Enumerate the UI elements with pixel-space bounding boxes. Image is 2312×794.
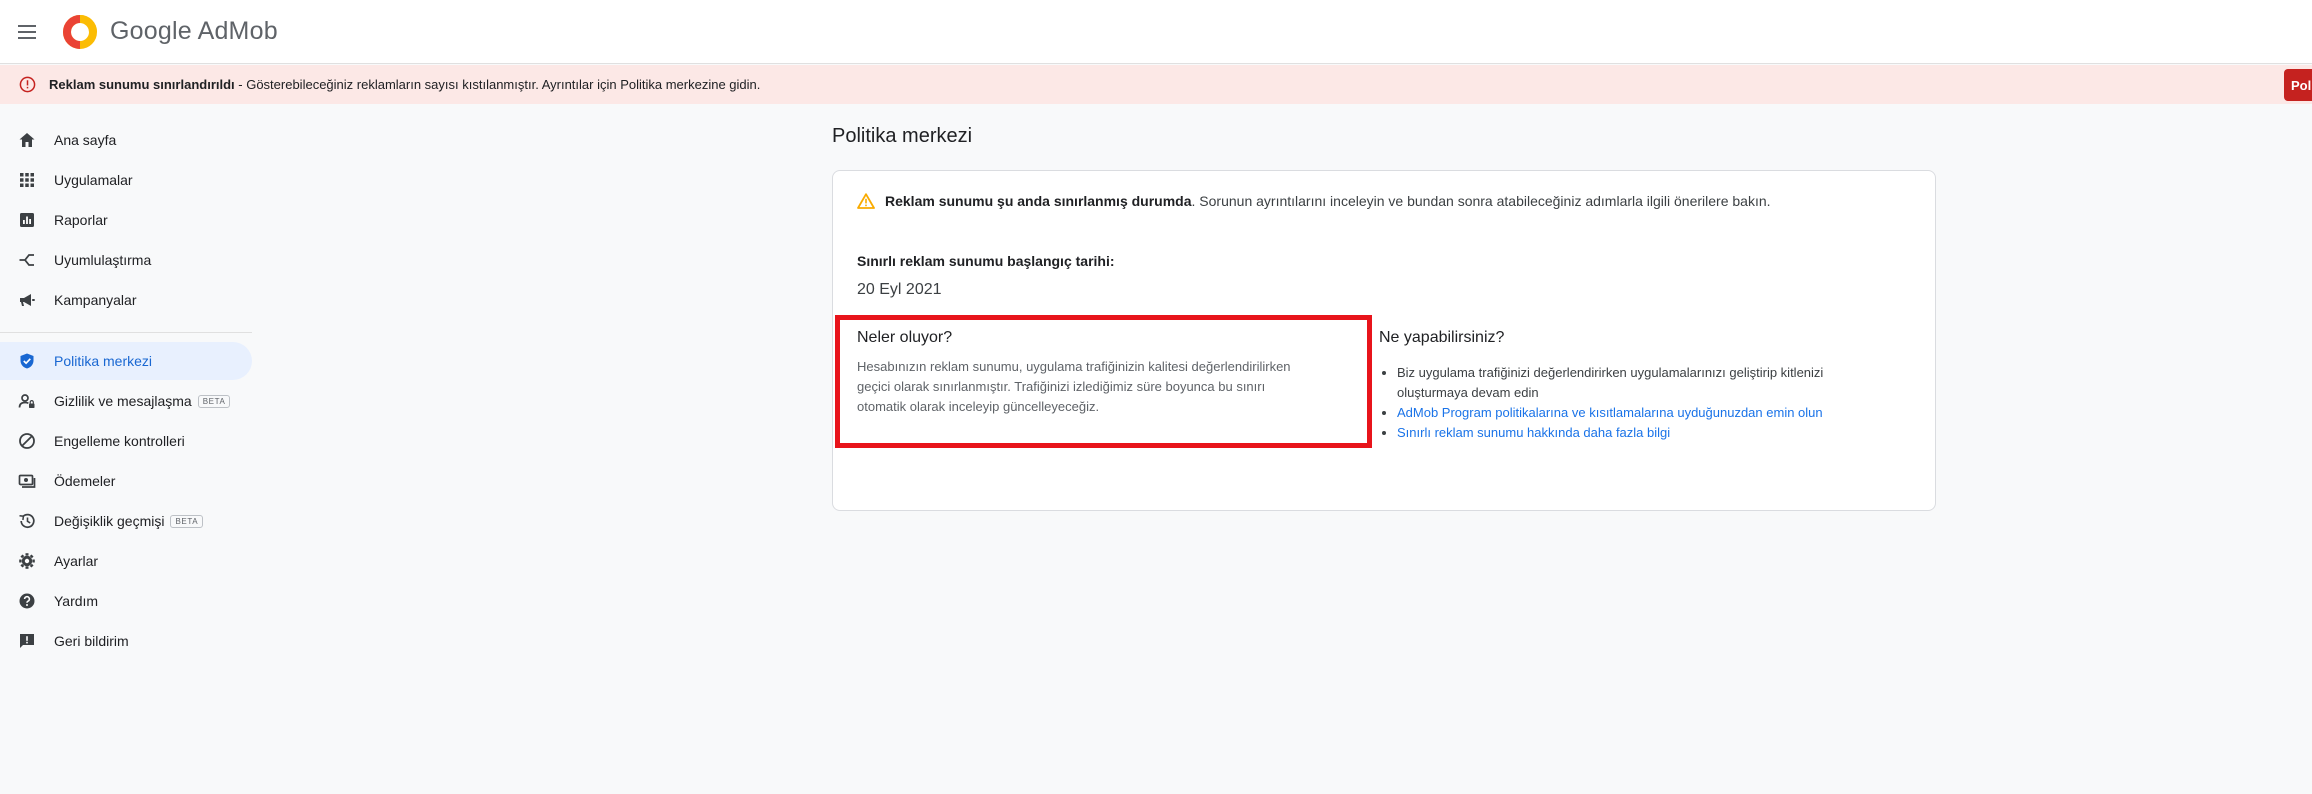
policy-compliance-link[interactable]: AdMob Program politikalarına ve kısıtlam…: [1397, 405, 1823, 420]
start-label-text: Sınırlı reklam sunumu başlangıç tarihi: [857, 253, 1110, 269]
what-you-can-do-title: Ne yapabilirsiniz?: [1379, 329, 1505, 346]
sidebar-item-label: Değişiklik geçmişi BETA: [54, 513, 204, 529]
top-app-bar: Google AdMob: [0, 0, 2312, 64]
sidebar-item-feedback[interactable]: Geri bildirim: [0, 622, 252, 660]
sidebar-item-change-history[interactable]: Değişiklik geçmişi BETA: [0, 502, 252, 540]
history-icon: [19, 513, 35, 529]
help-icon: [19, 593, 35, 609]
sidebar-divider: [0, 332, 252, 333]
shield-check-icon: [20, 353, 34, 369]
warning-row: Reklam sunumu şu anda sınırlanmış durumd…: [857, 193, 1771, 209]
block-icon: [19, 433, 35, 449]
sidebar-item-label: Politika merkezi: [54, 353, 153, 369]
mediation-icon: [19, 254, 34, 266]
sidebar-item-privacy-messaging[interactable]: Gizlilik ve mesajlaşma BETA: [0, 382, 252, 420]
sidebar-item-label: Raporlar: [54, 212, 108, 228]
sidebar-item-help[interactable]: Yardım: [0, 582, 252, 620]
feedback-icon: [20, 634, 34, 648]
recommendations-list: Biz uygulama trafiğinizi değerlendirirke…: [1397, 363, 1867, 443]
gear-icon: [19, 553, 35, 569]
home-icon: [19, 133, 35, 147]
sidebar-item-label: Ayarlar: [54, 553, 99, 569]
sidebar-item-label: Ödemeler: [54, 473, 116, 489]
admob-logo[interactable]: Google AdMob: [62, 14, 278, 50]
learn-more-limited-serving-link[interactable]: Sınırlı reklam sunumu hakkında daha fazl…: [1397, 425, 1670, 440]
error-icon: [19, 76, 36, 93]
hamburger-menu-icon[interactable]: [14, 19, 40, 45]
megaphone-icon: [20, 294, 35, 306]
warning-icon: [857, 193, 875, 209]
alert-message: Reklam sunumu sınırlandırıldı - Göstereb…: [49, 77, 760, 92]
logo-text: Google AdMob: [110, 17, 278, 45]
sidebar-item-label: Uygulamalar: [54, 172, 133, 188]
warning-text: Reklam sunumu şu anda sınırlanmış durumd…: [885, 193, 1771, 209]
page-title: Politika merkezi: [832, 125, 973, 147]
sidebar-item-settings[interactable]: Ayarlar: [0, 542, 252, 580]
whats-happening-body: Hesabınızın reklam sunumu, uygulama traf…: [857, 359, 1291, 414]
sidebar-item-label: Engelleme kontrolleri: [54, 433, 185, 449]
start-label-colon: :: [1109, 253, 1115, 269]
limited-serving-start-label: Sınırlı reklam sunumu başlangıç tarihi:: [857, 253, 1115, 269]
sidebar-item-apps[interactable]: Uygulamalar: [0, 161, 252, 199]
recommendation-item: AdMob Program politikalarına ve kısıtlam…: [1397, 403, 1867, 423]
recommendation-item: Sınırlı reklam sunumu hakkında daha fazl…: [1397, 423, 1867, 443]
privacy-icon: [18, 394, 35, 408]
ad-serving-limited-banner: Reklam sunumu sınırlandırıldı - Göstereb…: [0, 65, 2312, 104]
policy-status-card: Reklam sunumu şu anda sınırlanmış durumd…: [832, 170, 1936, 511]
sidebar-item-label: Uyumlulaştırma: [54, 252, 152, 268]
reports-icon: [20, 213, 34, 227]
recommendation-item: Biz uygulama trafiğinizi değerlendirirke…: [1397, 363, 1867, 403]
sidebar-item-policy-center[interactable]: Politika merkezi: [0, 342, 252, 380]
beta-badge: BETA: [170, 515, 204, 528]
sidebar-item-home[interactable]: Ana sayfa: [0, 121, 252, 159]
sidebar-item-payments[interactable]: Ödemeler: [0, 462, 252, 500]
beta-badge: BETA: [197, 395, 231, 408]
limited-serving-start-date: 20 Eyl 2021: [857, 281, 942, 298]
alert-title: Reklam sunumu sınırlandırıldı: [49, 77, 235, 92]
sidebar-item-label: Kampanyalar: [54, 292, 137, 308]
payments-icon: [18, 474, 36, 488]
sidebar-item-label: Yardım: [54, 593, 99, 609]
warning-detail: . Sorunun ayrıntılarını inceleyin ve bun…: [1191, 193, 1771, 209]
sidebar-item-label: Geri bildirim: [54, 633, 129, 649]
alert-detail: - Gösterebileceğiniz reklamların sayısı …: [234, 77, 761, 92]
sidebar-item-campaigns[interactable]: Kampanyalar: [0, 281, 252, 319]
sidebar-item-text: Değişiklik geçmişi: [54, 513, 165, 529]
warning-bold: Reklam sunumu şu anda sınırlanmış durumd…: [885, 193, 1192, 209]
sidebar-item-label: Ana sayfa: [54, 132, 117, 148]
apps-grid-icon: [20, 173, 34, 187]
sidebar-item-reports[interactable]: Raporlar: [0, 201, 252, 239]
sidebar-item-text: Gizlilik ve mesajlaşma: [54, 393, 192, 409]
go-to-policy-center-button[interactable]: Politika: [2284, 69, 2312, 101]
whats-happening-title: Neler oluyor?: [857, 329, 953, 346]
admob-logo-icon: [63, 14, 97, 49]
sidebar-item-mediation[interactable]: Uyumlulaştırma: [0, 241, 252, 279]
sidebar-item-blocking-controls[interactable]: Engelleme kontrolleri: [0, 422, 252, 460]
sidebar-item-label: Gizlilik ve mesajlaşma BETA: [54, 393, 231, 409]
